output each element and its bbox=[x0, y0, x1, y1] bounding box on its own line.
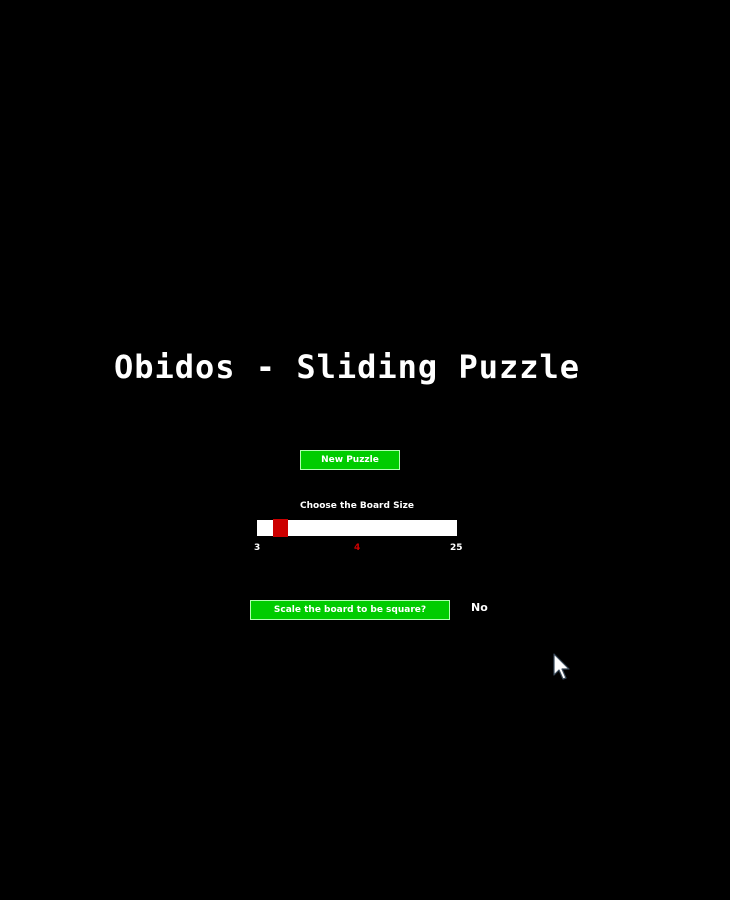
mouse-pointer-icon bbox=[553, 653, 570, 680]
board-size-slider[interactable] bbox=[257, 519, 457, 537]
scale-square-button[interactable]: Scale the board to be square? bbox=[250, 600, 450, 620]
scale-square-value[interactable]: No bbox=[471, 601, 488, 615]
board-size-max-label: 25 bbox=[450, 543, 463, 553]
board-size-min-label: 3 bbox=[254, 543, 261, 553]
board-size-label: Choose the Board Size bbox=[300, 501, 414, 511]
new-puzzle-button[interactable]: New Puzzle bbox=[300, 450, 400, 470]
board-size-value-label: 4 bbox=[354, 543, 361, 553]
page-title: Obidos - Sliding Puzzle bbox=[113, 348, 581, 386]
board-size-slider-thumb[interactable] bbox=[273, 519, 288, 537]
